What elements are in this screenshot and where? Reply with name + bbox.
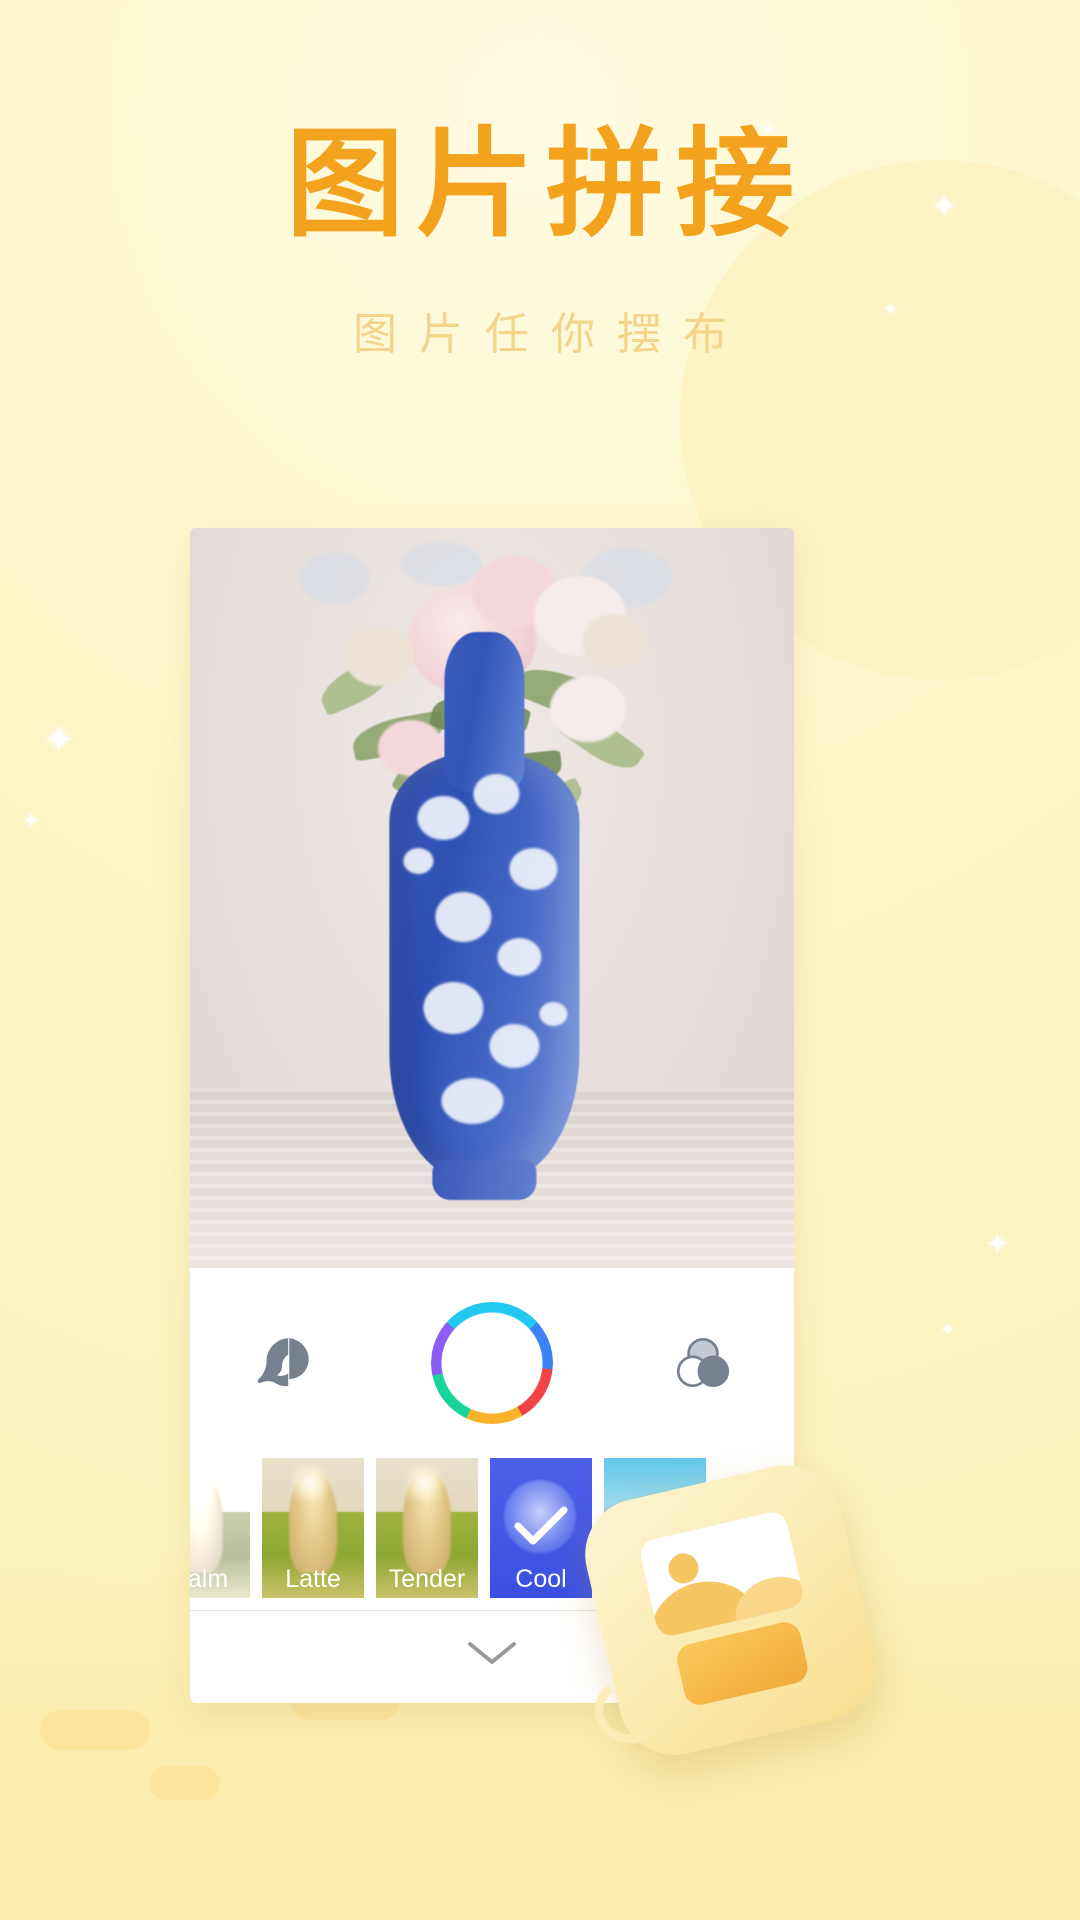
filter-item-selected[interactable]: Cool <box>490 1458 592 1598</box>
checkmark-icon <box>514 1506 568 1545</box>
filter-label: Latte <box>285 1565 341 1593</box>
porcelain-vase <box>389 632 580 1200</box>
vase-neck <box>444 632 525 792</box>
filter-item[interactable]: Latte <box>262 1458 364 1598</box>
sparkle-icon: ✦ <box>940 1319 956 1339</box>
beautify-icon <box>258 1338 310 1387</box>
filter-label: Tender <box>388 1565 466 1593</box>
chevron-down-icon <box>468 1641 516 1664</box>
header: 图片拼接 图片任你摆布 <box>0 118 1080 362</box>
sparkle-icon: ✦ <box>22 808 41 833</box>
page-title: 图片拼接 <box>285 119 806 251</box>
background-pill-3 <box>150 1766 220 1800</box>
beautify-button[interactable] <box>248 1330 314 1396</box>
background-pill-1 <box>40 1710 150 1750</box>
color-wheel-icon <box>430 1302 553 1424</box>
app-icon-block-glyph <box>674 1619 811 1708</box>
filter-label: Cool <box>515 1565 567 1593</box>
adjust-circles-icon <box>676 1337 729 1388</box>
filter-item[interactable]: Tender <box>376 1458 478 1598</box>
photo-preview[interactable] <box>190 528 794 1268</box>
filter-label: Calm <box>190 1565 229 1593</box>
vase-foot <box>432 1160 537 1200</box>
app-icon-photo-glyph <box>637 1509 806 1639</box>
color-wheel-button[interactable] <box>430 1302 553 1424</box>
sparkle-icon: ✦ <box>42 718 76 762</box>
editor-toolbar <box>190 1268 794 1458</box>
page-subtitle: 图片任你摆布 <box>353 309 749 359</box>
adjust-button[interactable] <box>670 1330 736 1396</box>
sparkle-icon: ✦ <box>985 1228 1011 1261</box>
filter-item[interactable]: Calm <box>190 1458 250 1598</box>
